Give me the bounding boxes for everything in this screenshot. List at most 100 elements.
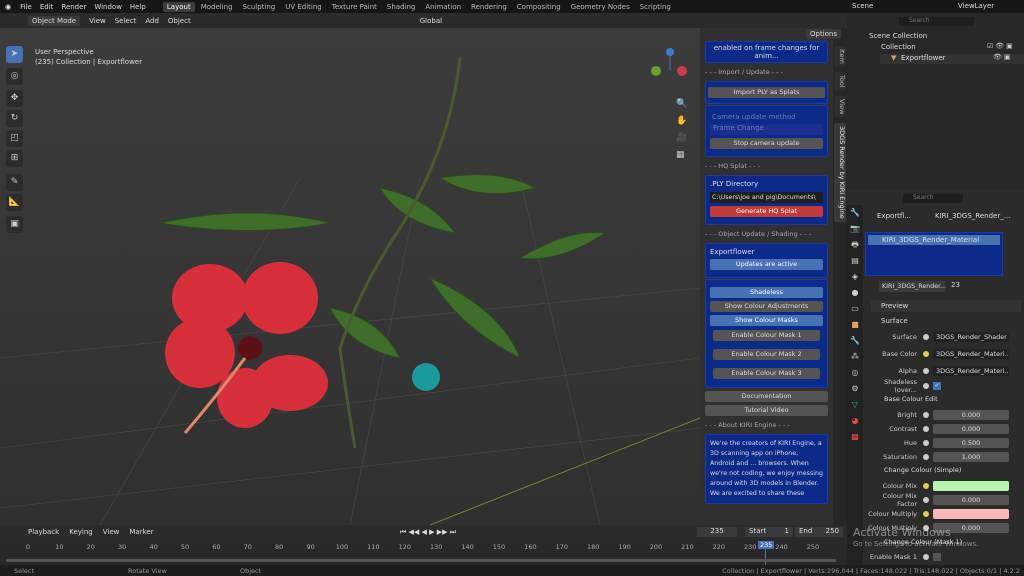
grid-icon[interactable]: ▦ xyxy=(676,147,687,164)
playback-controls[interactable]: ⏮ ◀◀ ◀ ▶ ▶▶ ⏭ xyxy=(400,528,456,537)
input-link-field[interactable]: 3DGS_Render_Materi... xyxy=(933,349,1009,359)
view-layer-selector[interactable]: ViewLayer xyxy=(958,2,994,10)
pan-hand-icon[interactable]: ✋ xyxy=(676,113,687,130)
transform-tool-icon[interactable]: ⊞ xyxy=(6,150,23,167)
scene-selector[interactable]: Scene xyxy=(852,2,873,10)
menu-window[interactable]: Window xyxy=(94,3,122,11)
stop-camera-update-button[interactable]: Stop camera update xyxy=(710,138,823,149)
colour-mix-swatch[interactable] xyxy=(933,481,1009,491)
cursor-tool-icon[interactable]: ◎ xyxy=(6,68,23,85)
header-menu-view[interactable]: View xyxy=(89,17,106,25)
material-slot-list[interactable]: KIRI_3DGS_Render_Material xyxy=(865,232,1003,276)
end-frame-field[interactable]: End 250 xyxy=(795,527,843,537)
add-cube-tool-icon[interactable]: ▣ xyxy=(6,216,23,233)
input-link-field[interactable]: 3DGS_Render_Shader xyxy=(933,332,1009,342)
bright-field[interactable]: 0.000 xyxy=(933,410,1009,420)
change-colour-panel[interactable]: Change Colour (Simple) xyxy=(884,466,961,474)
tab-workspace-uv-editing[interactable]: UV Editing xyxy=(281,2,326,12)
generate-hq-splat-button[interactable]: Generate HQ Splat xyxy=(710,206,823,217)
object-visibility-icons[interactable]: 👁▣ xyxy=(993,53,1013,61)
camera-icon[interactable]: 🎥 xyxy=(676,130,687,147)
enable-mask-checkbox[interactable] xyxy=(933,553,941,561)
header-menu-select[interactable]: Select xyxy=(115,17,137,25)
timeline-scrollbar[interactable] xyxy=(6,559,836,562)
tutorial-video-button[interactable]: Tutorial Video xyxy=(705,405,828,416)
base-colour-edit-panel[interactable]: Base Colour Edit xyxy=(884,395,938,403)
hue-field[interactable]: 0.500 xyxy=(933,438,1009,448)
header-menu-object[interactable]: Object xyxy=(168,17,191,25)
scene-collection[interactable]: Scene Collection xyxy=(869,32,927,40)
documentation-button[interactable]: Documentation xyxy=(705,391,828,402)
show-colour-adjustments-button[interactable]: Show Colour Adjustments xyxy=(710,301,823,312)
import-ply-button[interactable]: Import PLY as Splats xyxy=(708,87,825,98)
timeline-menu-playback[interactable]: Playback xyxy=(28,528,59,536)
outliner-search[interactable]: Search xyxy=(899,17,974,26)
tab-workspace-modeling[interactable]: Modeling xyxy=(197,2,237,12)
enable-mask-1-button[interactable]: Enable Colour Mask 1 xyxy=(713,330,820,341)
shadeless-checkbox[interactable]: ✓ xyxy=(933,382,941,390)
colour-multiply-swatch[interactable] xyxy=(933,509,1009,519)
contrast-field[interactable]: 0.000 xyxy=(933,424,1009,434)
material-slot[interactable]: KIRI_3DGS_Render_Material xyxy=(868,235,1000,245)
input-link-field[interactable]: 3DGS_Render_Materi... xyxy=(933,366,1009,376)
header-menu-add[interactable]: Add xyxy=(145,17,159,25)
3d-viewport[interactable]: User Perspective (235) Collection | Expo… xyxy=(0,28,700,525)
object-tab-icon[interactable]: ■ xyxy=(847,317,863,333)
modifier-tab-icon[interactable]: 🔧 xyxy=(847,333,863,349)
select-tool-icon[interactable]: ➤ xyxy=(6,46,23,63)
tool-tab-icon[interactable]: 🔧 xyxy=(847,205,863,221)
rotate-tool-icon[interactable]: ↻ xyxy=(6,110,23,127)
options-dropdown[interactable]: Options xyxy=(806,29,842,39)
annotate-tool-icon[interactable]: ✎ xyxy=(6,174,23,191)
exportflower-item[interactable]: Exportflower xyxy=(901,54,946,62)
output-tab-icon[interactable]: 🖶 xyxy=(847,237,863,253)
tab-3dgs-render[interactable]: 3DGS Render by KIRI Engine xyxy=(834,123,846,222)
playhead-frame[interactable]: 235 xyxy=(758,541,775,549)
visibility-icons[interactable]: ☑👁▣ xyxy=(987,42,1015,50)
preview-panel[interactable]: Preview xyxy=(871,300,1021,312)
transform-orientation-dropdown[interactable]: Global xyxy=(420,17,442,25)
surface-panel[interactable]: Surface xyxy=(871,315,1021,327)
object-mode-dropdown[interactable]: Object Mode xyxy=(28,15,81,26)
timeline-menu-view[interactable]: View xyxy=(103,528,120,536)
collection-item[interactable]: Collection xyxy=(881,43,916,51)
tab-item[interactable]: Item xyxy=(834,46,846,67)
material-selector[interactable]: KIRI_3DGS_Render... xyxy=(879,281,946,292)
menu-edit[interactable]: Edit xyxy=(40,3,54,11)
start-frame-field[interactable]: Start 1 xyxy=(745,527,793,537)
physics-tab-icon[interactable]: ◎ xyxy=(847,365,863,381)
menu-render[interactable]: Render xyxy=(61,3,86,11)
view-layer-tab-icon[interactable]: ▤ xyxy=(847,253,863,269)
timeline[interactable]: Playback Keying View Marker ⏮ ◀◀ ◀ ▶ ▶▶ ⏭ 2… xyxy=(0,525,847,565)
tab-workspace-layout[interactable]: Layout xyxy=(162,1,195,12)
render-tab-icon[interactable]: 📷 xyxy=(847,221,863,237)
camera-method-dropdown[interactable]: Frame Change xyxy=(710,124,823,135)
tab-workspace-animation[interactable]: Animation xyxy=(421,2,465,12)
updates-active-button[interactable]: Updates are active xyxy=(710,259,823,270)
texture-tab-icon[interactable]: ▩ xyxy=(847,429,863,445)
timeline-menu-keying[interactable]: Keying xyxy=(69,528,93,536)
move-tool-icon[interactable]: ✥ xyxy=(6,90,23,107)
tab-view[interactable]: View xyxy=(834,96,846,118)
zoom-icon[interactable]: 🔍 xyxy=(676,96,687,113)
ply-directory-input[interactable]: C:\Users\joe and pig\Documents\ xyxy=(710,192,823,203)
colour-mix-factor-field[interactable]: 0.000 xyxy=(933,495,1009,505)
tab-workspace-texture-paint[interactable]: Texture Paint xyxy=(328,2,381,12)
scale-tool-icon[interactable]: ◰ xyxy=(6,130,23,147)
tab-workspace-geometry-nodes[interactable]: Geometry Nodes xyxy=(567,2,634,12)
blender-logo-icon[interactable]: ◉ xyxy=(5,3,11,11)
current-frame-field[interactable]: 235 xyxy=(697,527,737,537)
tab-workspace-scripting[interactable]: Scripting xyxy=(636,2,675,12)
particles-tab-icon[interactable]: ⁂ xyxy=(847,349,863,365)
world-tab-icon[interactable]: ● xyxy=(847,285,863,301)
enable-mask-2-button[interactable]: Enable Colour Mask 2 xyxy=(713,349,820,360)
menu-file[interactable]: File xyxy=(20,3,32,11)
properties-search[interactable]: Search xyxy=(903,194,963,203)
saturation-field[interactable]: 1.000 xyxy=(933,452,1009,462)
measure-tool-icon[interactable]: 📐 xyxy=(6,194,23,211)
scene-tab-icon[interactable]: ◈ xyxy=(847,269,863,285)
constraints-tab-icon[interactable]: ⚙ xyxy=(847,381,863,397)
tab-workspace-rendering[interactable]: Rendering xyxy=(467,2,511,12)
show-colour-masks-button[interactable]: Show Colour Masks xyxy=(710,315,823,326)
shadeless-button[interactable]: Shadeless xyxy=(710,287,823,298)
